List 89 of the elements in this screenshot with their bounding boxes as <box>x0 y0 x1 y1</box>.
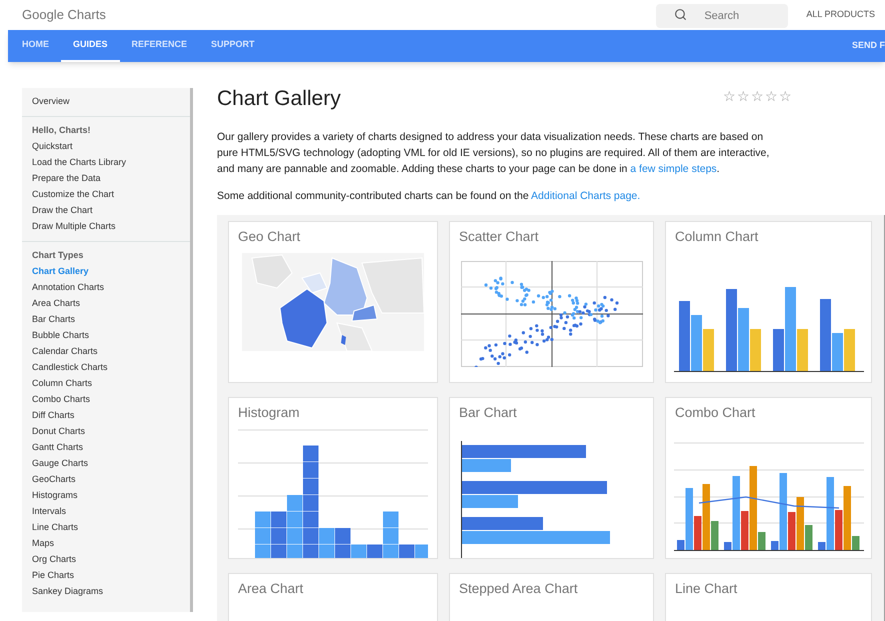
community-paragraph: Some additional community-contributed charts can be found on the Additional Charts page. <box>217 189 642 204</box>
chart-card[interactable]: Geo Chart <box>228 221 438 383</box>
chart-card[interactable]: Column Chart <box>665 221 872 383</box>
chart-card[interactable]: Line Chart <box>665 573 872 621</box>
search-field[interactable]: Search <box>656 4 788 28</box>
sidebar-link[interactable]: Customize the Chart <box>32 188 114 202</box>
histogram-bar <box>255 512 270 528</box>
histogram-bar <box>303 462 318 478</box>
sidebar-link[interactable]: Maps <box>32 537 54 551</box>
histogram-bar <box>287 528 302 544</box>
chart-card[interactable]: Area Chart <box>228 573 438 621</box>
column-bar <box>702 329 714 371</box>
histogram-bar <box>303 446 318 462</box>
histogram-bar <box>335 528 350 544</box>
column-bar <box>690 315 702 371</box>
sidebar-link[interactable]: Area Charts <box>32 297 80 311</box>
nav-tab[interactable]: GUIDES <box>61 30 120 62</box>
card-title: Geo Chart <box>237 228 302 245</box>
sidebar-link[interactable]: Intervals <box>32 505 66 519</box>
chart-card[interactable]: Bar Chart <box>449 397 654 559</box>
chart-card[interactable]: Scatter Chart <box>449 221 654 383</box>
sidebar-link[interactable]: GeoCharts <box>32 473 76 487</box>
sidebar-link[interactable]: Candlestick Charts <box>32 361 108 375</box>
histogram-bar <box>399 544 414 558</box>
chart-card[interactable]: Stepped Area Chart <box>449 573 654 621</box>
histogram-bar <box>287 495 302 511</box>
card-title: Column Chart <box>674 228 760 245</box>
sidebar-link[interactable]: Column Charts <box>32 377 92 391</box>
sidebar-link[interactable]: Diff Charts <box>32 409 74 423</box>
sidebar-link[interactable]: Bar Charts <box>32 313 76 327</box>
sidebar-link[interactable]: Line Charts <box>32 521 78 535</box>
histogram-bar <box>383 544 398 558</box>
histogram-bar <box>287 544 302 558</box>
histogram-bar <box>303 544 318 558</box>
sidebar-link[interactable]: Org Charts <box>32 553 76 567</box>
sidebar-link[interactable]: Prepare the Data <box>32 172 101 186</box>
histogram-bar <box>319 528 334 544</box>
steps-link[interactable]: a few simple steps <box>630 163 717 175</box>
histogram-bar <box>383 512 398 528</box>
sidebar-link[interactable]: Overview <box>32 95 70 109</box>
sidebar-link[interactable]: Histograms <box>32 489 78 503</box>
sidebar-link[interactable]: Pie Charts <box>32 569 74 583</box>
sidebar-link[interactable]: Draw the Chart <box>32 204 93 218</box>
histogram-bar <box>287 512 302 528</box>
sidebar-link[interactable]: Sankey Diagrams <box>32 585 104 599</box>
sidebar-link[interactable]: Combo Charts <box>32 393 90 407</box>
card-title: Stepped Area Chart <box>458 580 579 597</box>
card-title: Area Chart <box>237 580 304 597</box>
all-products-button[interactable]: ALL PRODUCTS <box>806 8 875 22</box>
sidebar-link[interactable]: Bubble Charts <box>32 329 90 343</box>
sidebar-section-title: Hello, Charts! <box>32 124 91 138</box>
sidebar-link[interactable]: Quickstart <box>32 140 73 154</box>
histogram-bar <box>255 528 270 544</box>
card-title: Histogram <box>237 404 301 421</box>
intro-paragraph: Our gallery provides a variety of charts designed to address your data visualization needs. These charts are based on pure HTML5/SVG technology (adopting VML for old IE versions), so no plugins are required. All of them are interactive, and many are pannable and zoomable. Adding these charts to your page can be done in a few simple steps. <box>217 130 770 177</box>
histogram-bar <box>319 544 334 558</box>
histogram-bar <box>271 544 286 558</box>
histogram-bar <box>303 495 318 511</box>
histogram-bar <box>303 528 318 544</box>
histogram-bar <box>415 544 428 558</box>
sidebar-link[interactable]: Draw Multiple Charts <box>32 220 116 234</box>
card-title: Line Chart <box>674 580 738 597</box>
histogram-bar <box>303 478 318 494</box>
page-title: Chart Gallery <box>217 86 341 112</box>
histogram-bar <box>367 544 382 558</box>
card-title: Scatter Chart <box>458 228 540 245</box>
histogram-bar <box>271 528 286 544</box>
chart-card[interactable]: Combo Chart <box>665 397 872 559</box>
additional-charts-link[interactable]: Additional Charts page. <box>531 190 640 202</box>
sidebar-section-title: Chart Types <box>32 249 84 262</box>
histogram-bar <box>303 512 318 528</box>
sidebar-link[interactable]: Calendar Charts <box>32 345 98 359</box>
histogram-bar <box>351 544 366 558</box>
sidebar-link[interactable]: Load the Charts Library <box>32 156 126 170</box>
histogram-bar <box>271 512 286 528</box>
column-bar <box>678 301 690 371</box>
search-icon <box>674 8 688 21</box>
column-bar <box>844 329 854 371</box>
sidebar-link[interactable]: Gantt Charts <box>32 441 84 455</box>
sidebar-link[interactable]: Gauge Charts <box>32 457 88 471</box>
histogram-bar <box>255 544 270 558</box>
card-title: Combo Chart <box>674 404 756 421</box>
histogram-bar <box>335 544 350 558</box>
chart-card[interactable]: Histogram <box>228 397 438 559</box>
histogram-bar <box>383 528 398 544</box>
site-logo[interactable]: Google Charts <box>22 5 106 25</box>
card-title: Bar Chart <box>458 404 518 421</box>
sidebar-link[interactable]: Donut Charts <box>32 425 86 439</box>
sidebar-link[interactable]: Annotation Charts <box>32 281 104 295</box>
